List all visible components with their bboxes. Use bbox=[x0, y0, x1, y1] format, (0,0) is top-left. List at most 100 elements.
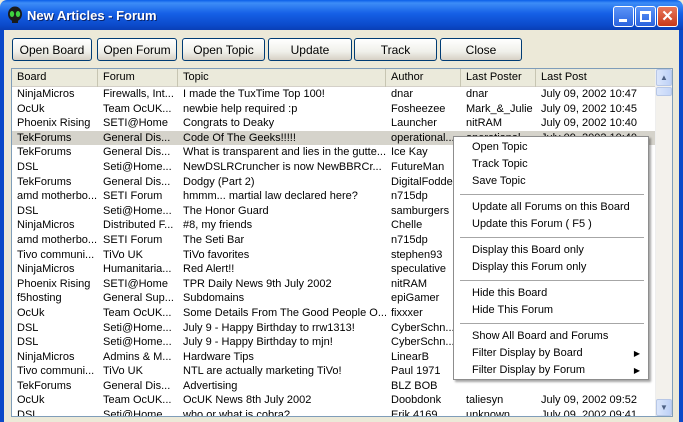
table-row[interactable]: TekForums General Dis... Advertising BLZ BO… bbox=[12, 379, 657, 394]
cell-forum: TiVo UK bbox=[103, 248, 143, 261]
close-button[interactable]: Close bbox=[440, 38, 522, 61]
cell-topic: Congrats to Deaky bbox=[183, 117, 275, 130]
cell-topic: Subdomains bbox=[183, 292, 245, 305]
cell-author: stephen93 bbox=[391, 248, 443, 261]
cell-last-poster: unknown bbox=[466, 409, 511, 417]
cell-board: OcUk bbox=[17, 394, 45, 407]
column-header-row: Board Forum Topic Author Last Poster Las… bbox=[12, 69, 657, 87]
table-row[interactable]: NinjaMicros Firewalls, Int... I made the T… bbox=[12, 87, 657, 102]
menu-item-save-topic[interactable]: Save Topic bbox=[455, 173, 648, 190]
cell-author: Launcher bbox=[391, 117, 437, 130]
cell-forum: Seti@Home... bbox=[103, 409, 172, 417]
menu-item-track-topic[interactable]: Track Topic bbox=[455, 156, 648, 173]
context-menu: Open Topic Track Topic Save Topic Update… bbox=[453, 136, 649, 380]
cell-last-post: July 09, 2002 10:45 bbox=[541, 102, 638, 115]
column-header-author[interactable]: Author bbox=[386, 69, 461, 87]
cell-last-post: July 09, 2002 10:40 bbox=[541, 117, 638, 130]
cell-author: Fosheezee bbox=[391, 102, 446, 115]
menu-item-show-all[interactable]: Show All Board and Forums bbox=[455, 328, 648, 345]
menu-item-filter-by-forum[interactable]: Filter Display by Forum ▶ bbox=[455, 362, 648, 379]
table-row[interactable]: Phoenix Rising SETI@Home Congrats to Deaky… bbox=[12, 116, 657, 131]
vertical-scrollbar[interactable]: ▲ ▼ bbox=[655, 69, 672, 416]
column-header-last-post[interactable]: Last Post bbox=[536, 69, 657, 87]
cell-topic: July 9 - Happy Birthday to rrw1313! bbox=[183, 321, 355, 334]
update-button[interactable]: Update bbox=[268, 38, 352, 61]
cell-board: Phoenix Rising bbox=[17, 277, 91, 290]
cell-author: FutureMan bbox=[391, 160, 445, 173]
column-header-last-poster[interactable]: Last Poster bbox=[461, 69, 536, 87]
menu-item-hide-forum[interactable]: Hide This Forum bbox=[455, 302, 648, 319]
cell-topic: OcUK News 8th July 2002 bbox=[183, 394, 312, 407]
cell-author: epiGamer bbox=[391, 292, 440, 305]
cell-last-post: July 09, 2002 09:52 bbox=[541, 394, 638, 407]
cell-board: amd motherbo... bbox=[17, 190, 98, 203]
cell-board: NinjaMicros bbox=[17, 88, 75, 100]
column-header-forum[interactable]: Forum bbox=[98, 69, 178, 87]
track-button[interactable]: Track bbox=[354, 38, 437, 61]
cell-forum: Firewalls, Int... bbox=[103, 88, 174, 100]
cell-last-post: July 09, 2002 09:41 bbox=[541, 409, 638, 417]
cell-topic: newbie help required :p bbox=[183, 102, 298, 115]
column-header-topic[interactable]: Topic bbox=[178, 69, 386, 87]
cell-topic: Some Details From The Good People O... bbox=[183, 306, 386, 319]
maximize-button[interactable] bbox=[635, 6, 656, 27]
menu-item-hide-board[interactable]: Hide this Board bbox=[455, 285, 648, 302]
menu-separator bbox=[460, 323, 644, 324]
cell-forum: SETI Forum bbox=[103, 233, 163, 246]
menu-item-display-forum-only[interactable]: Display this Forum only bbox=[455, 259, 648, 276]
cell-topic: Advertising bbox=[183, 379, 238, 392]
cell-forum: Team OcUK... bbox=[103, 394, 172, 407]
open-forum-button[interactable]: Open Forum bbox=[97, 38, 177, 61]
menu-item-update-all-forums[interactable]: Update all Forums on this Board bbox=[455, 199, 648, 216]
cell-author: nitRAM bbox=[391, 277, 428, 290]
cell-forum: General Dis... bbox=[103, 175, 171, 188]
cell-board: NinjaMicros bbox=[17, 263, 75, 276]
cell-forum: Seti@Home... bbox=[103, 336, 172, 349]
menu-item-open-topic[interactable]: Open Topic bbox=[455, 139, 648, 156]
cell-board: f5hosting bbox=[17, 292, 62, 305]
column-header-board[interactable]: Board bbox=[12, 69, 98, 87]
table-row[interactable]: DSL Seti@Home... who or what is cobra? Erik… bbox=[12, 408, 657, 417]
minimize-button[interactable] bbox=[613, 6, 634, 27]
close-window-button[interactable]: ✕ bbox=[657, 6, 678, 27]
cell-last-poster: Mark_&_Julie bbox=[466, 102, 533, 115]
maximize-icon bbox=[640, 11, 651, 22]
cell-topic: TiVo favorites bbox=[183, 248, 250, 261]
cell-topic: The Seti Bar bbox=[183, 233, 245, 246]
menu-item-filter-by-board[interactable]: Filter Display by Board ▶ bbox=[455, 345, 648, 362]
cell-topic: hmmm... martial law declared here? bbox=[183, 190, 358, 203]
menu-item-display-board-only[interactable]: Display this Board only bbox=[455, 242, 648, 259]
minimize-icon bbox=[619, 19, 627, 22]
table-row[interactable]: OcUk Team OcUK... newbie help required :p F… bbox=[12, 102, 657, 117]
cell-topic: Dodgy (Part 2) bbox=[183, 175, 255, 188]
open-board-button[interactable]: Open Board bbox=[12, 38, 92, 61]
menu-item-update-this-forum[interactable]: Update this Forum ( F5 ) bbox=[455, 216, 648, 233]
cell-board: DSL bbox=[17, 160, 39, 173]
menu-separator bbox=[460, 237, 644, 238]
cell-board: DSL bbox=[17, 321, 39, 334]
menu-item-label: Filter Display by Forum bbox=[472, 364, 586, 376]
cell-board: TekForums bbox=[17, 131, 72, 144]
scroll-down-arrow-icon: ▼ bbox=[660, 403, 668, 412]
cell-last-poster: nitRAM bbox=[466, 117, 503, 130]
cell-author: CyberSchn... bbox=[391, 321, 455, 334]
cell-forum: Humanitaria... bbox=[103, 263, 172, 276]
scroll-down-button[interactable]: ▼ bbox=[656, 399, 672, 416]
scroll-up-button[interactable]: ▲ bbox=[656, 69, 672, 86]
cell-author: n715dp bbox=[391, 233, 428, 246]
cell-author: dnar bbox=[391, 88, 414, 100]
cell-topic: TPR Daily News 9th July 2002 bbox=[183, 277, 332, 290]
submenu-arrow-icon: ▶ bbox=[633, 349, 640, 358]
alien-head-icon bbox=[8, 6, 22, 23]
cell-last-poster: dnar bbox=[466, 88, 489, 100]
open-topic-button[interactable]: Open Topic bbox=[182, 38, 265, 61]
cell-author: BLZ BOB bbox=[391, 379, 438, 392]
cell-forum: SETI@Home bbox=[103, 117, 168, 130]
title-bar[interactable]: New Articles - Forum ✕ bbox=[0, 0, 683, 30]
table-row[interactable]: OcUk Team OcUK... OcUK News 8th July 2002 D… bbox=[12, 393, 657, 408]
cell-board: TekForums bbox=[17, 146, 72, 159]
cell-forum: General Dis... bbox=[103, 379, 171, 392]
cell-forum: Seti@Home... bbox=[103, 160, 172, 173]
cell-author: fixxxer bbox=[391, 306, 423, 319]
scroll-thumb[interactable] bbox=[656, 87, 672, 96]
